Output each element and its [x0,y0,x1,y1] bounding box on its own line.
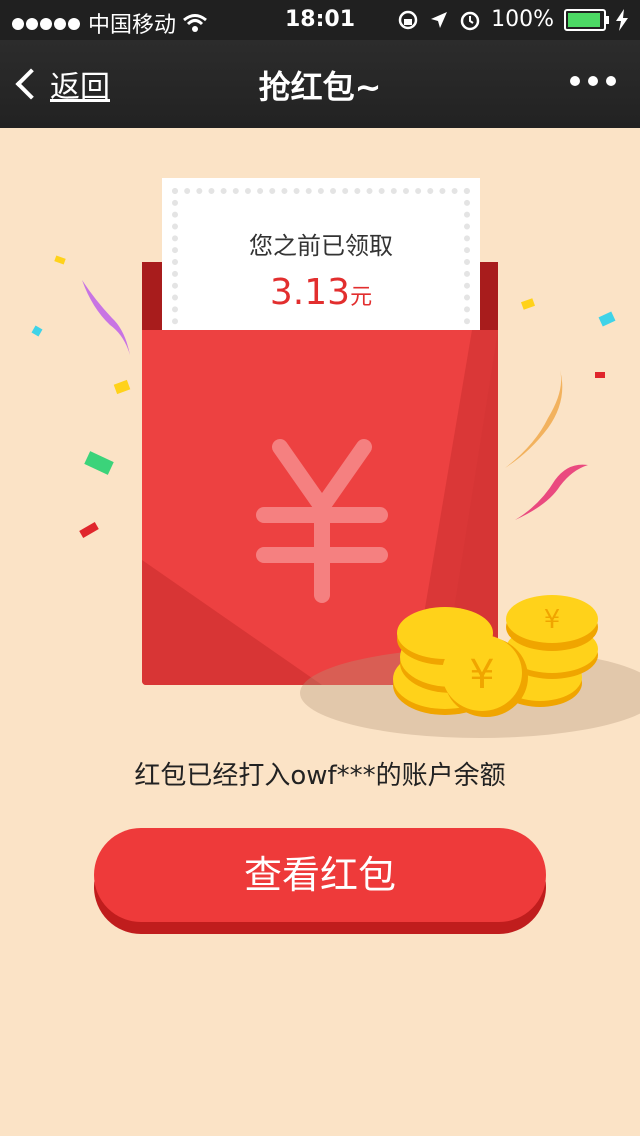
info-text: 红包已经打入owf***的账户余额 [134,761,506,791]
receipt-title: 您之前已领取 [249,232,393,260]
view-red-envelope-button[interactable]: 查看红包 [94,828,546,922]
gold-coins-icon: ¥ ¥ [393,595,598,717]
yuan-icon [256,439,388,603]
svg-text:¥: ¥ [469,652,494,698]
amount-unit: 元 [350,285,373,310]
svg-text:¥: ¥ [544,605,561,635]
amount-value: 3.13 [269,272,351,313]
receipt-card: 您之前已领取 3.13元 [162,178,480,348]
receipt-amount: 3.13元 [162,272,480,313]
